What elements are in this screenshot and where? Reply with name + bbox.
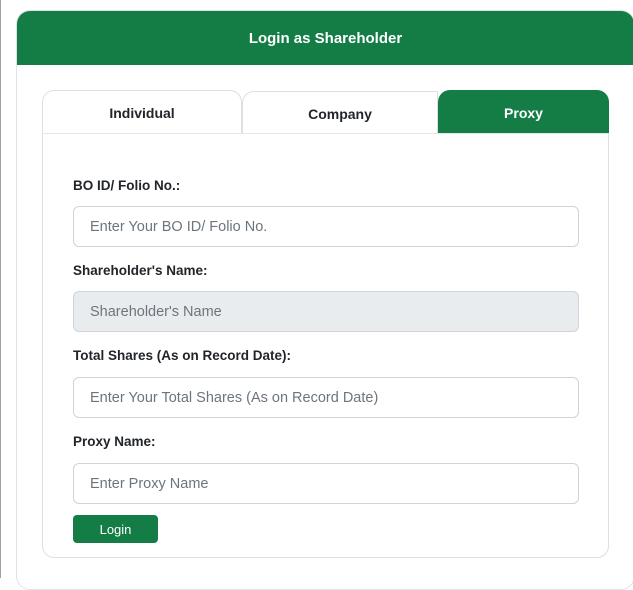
total-shares-input[interactable] (73, 377, 579, 418)
card-title: Login as Shareholder (248, 29, 403, 47)
login-card: Login as Shareholder Individual Company … (16, 10, 633, 590)
proxy-form-panel: BO ID/ Folio No.: Shareholder's Name: To… (42, 133, 609, 558)
tab-proxy[interactable]: Proxy (438, 90, 609, 134)
proxy-name-label: Proxy Name: (73, 434, 156, 449)
bo-id-input[interactable] (73, 206, 579, 247)
tab-bar: Individual Company Proxy (42, 90, 609, 135)
login-button[interactable]: Login (73, 515, 158, 543)
card-header: Login as Shareholder (17, 11, 633, 65)
tab-individual[interactable]: Individual (42, 90, 242, 134)
proxy-name-input[interactable] (73, 463, 579, 504)
page-frame: Login as Shareholder Individual Company … (0, 0, 633, 590)
shareholder-name-input (73, 291, 579, 332)
total-shares-label: Total Shares (As on Record Date): (73, 348, 292, 363)
bo-id-label: BO ID/ Folio No.: (73, 178, 181, 193)
shareholder-name-label: Shareholder's Name: (73, 263, 208, 278)
tab-company[interactable]: Company (242, 91, 438, 135)
